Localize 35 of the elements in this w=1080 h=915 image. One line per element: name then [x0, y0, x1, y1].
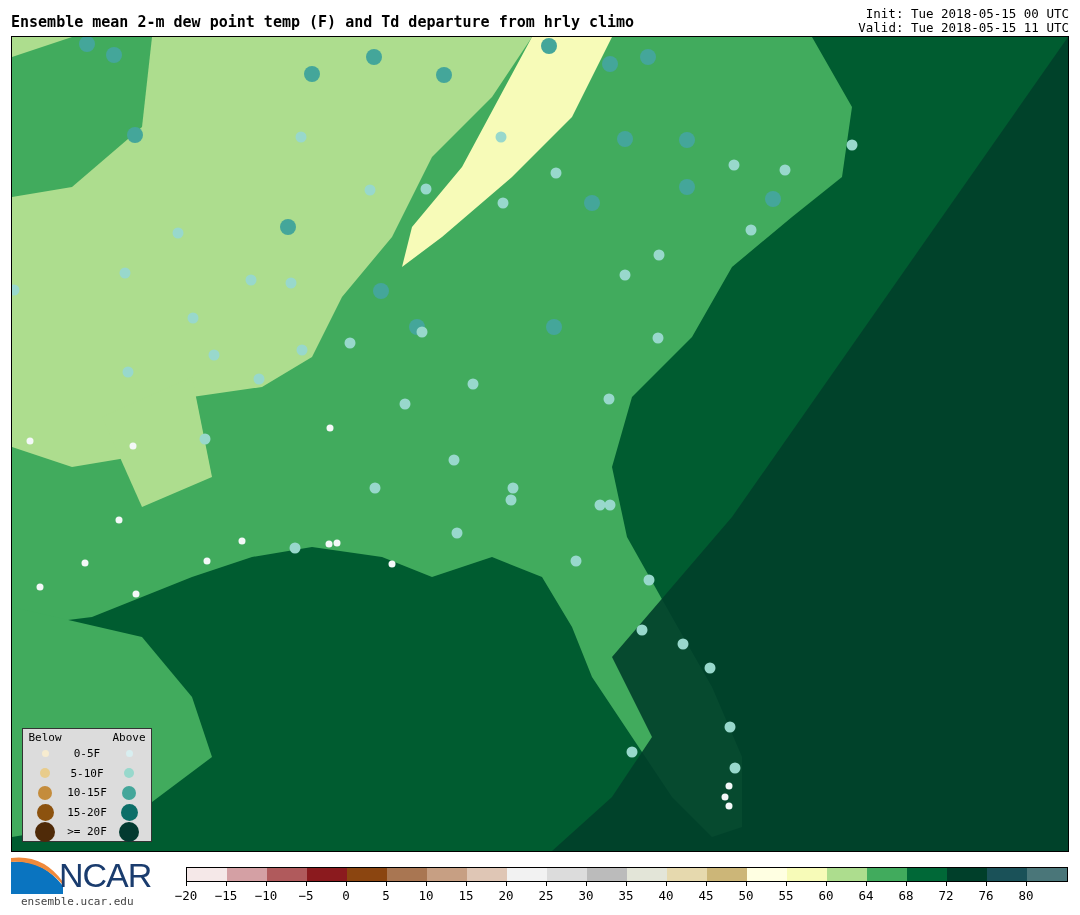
legend-label: 0-5F — [73, 747, 101, 761]
legend-heading: Above — [112, 730, 146, 744]
legend-label: 10-15F — [67, 786, 107, 800]
scale-tick-label: 76 — [966, 882, 1006, 903]
scale-tick-label: 64 — [846, 882, 886, 903]
scale-tick-label: 55 — [766, 882, 806, 903]
scale-tick-label: 20 — [486, 882, 526, 903]
legend-heading: Below — [28, 730, 62, 744]
scale-tick-label: −5 — [286, 882, 326, 903]
valid-time: Valid: Tue 2018-05-15 11 UTC — [858, 21, 1069, 35]
scale-tick-label: 68 — [886, 882, 926, 903]
scale-tick-label: 40 — [646, 882, 686, 903]
scale-tick-label: 80 — [1006, 882, 1046, 903]
init-time: Init: Tue 2018-05-15 00 UTC — [865, 7, 1069, 21]
scale-tick-label: 60 — [806, 882, 846, 903]
chart-title: Ensemble mean 2-m dew point temp (F) and Td departure from hrly climo — [11, 13, 635, 33]
legend-label: >= 20F — [67, 825, 107, 839]
scale-tick-label: 50 — [726, 882, 766, 903]
scale-tick-label: 35 — [606, 882, 646, 903]
legend-label: 5-10F — [70, 766, 104, 780]
website-url: ensemble.ucar.edu — [21, 895, 135, 908]
scale-tick-label: 0 — [326, 882, 366, 903]
scale-tick-label: −15 — [206, 882, 246, 903]
scale-tick-label: 15 — [446, 882, 486, 903]
scale-tick-label: −10 — [246, 882, 286, 903]
scale-tick-label: 25 — [526, 882, 566, 903]
scale-tick-label: 5 — [366, 882, 406, 903]
legend-label: 15-20F — [67, 805, 107, 819]
logo-text: NCAR — [59, 855, 152, 895]
scale-tick-label: 45 — [686, 882, 726, 903]
scale-tick-label: 30 — [566, 882, 606, 903]
logo-swoosh-icon — [11, 856, 63, 894]
scale-tick-label: 72 — [926, 882, 966, 903]
scale-tick-label: 10 — [406, 882, 446, 903]
scale-tick-label: −20 — [166, 882, 206, 903]
